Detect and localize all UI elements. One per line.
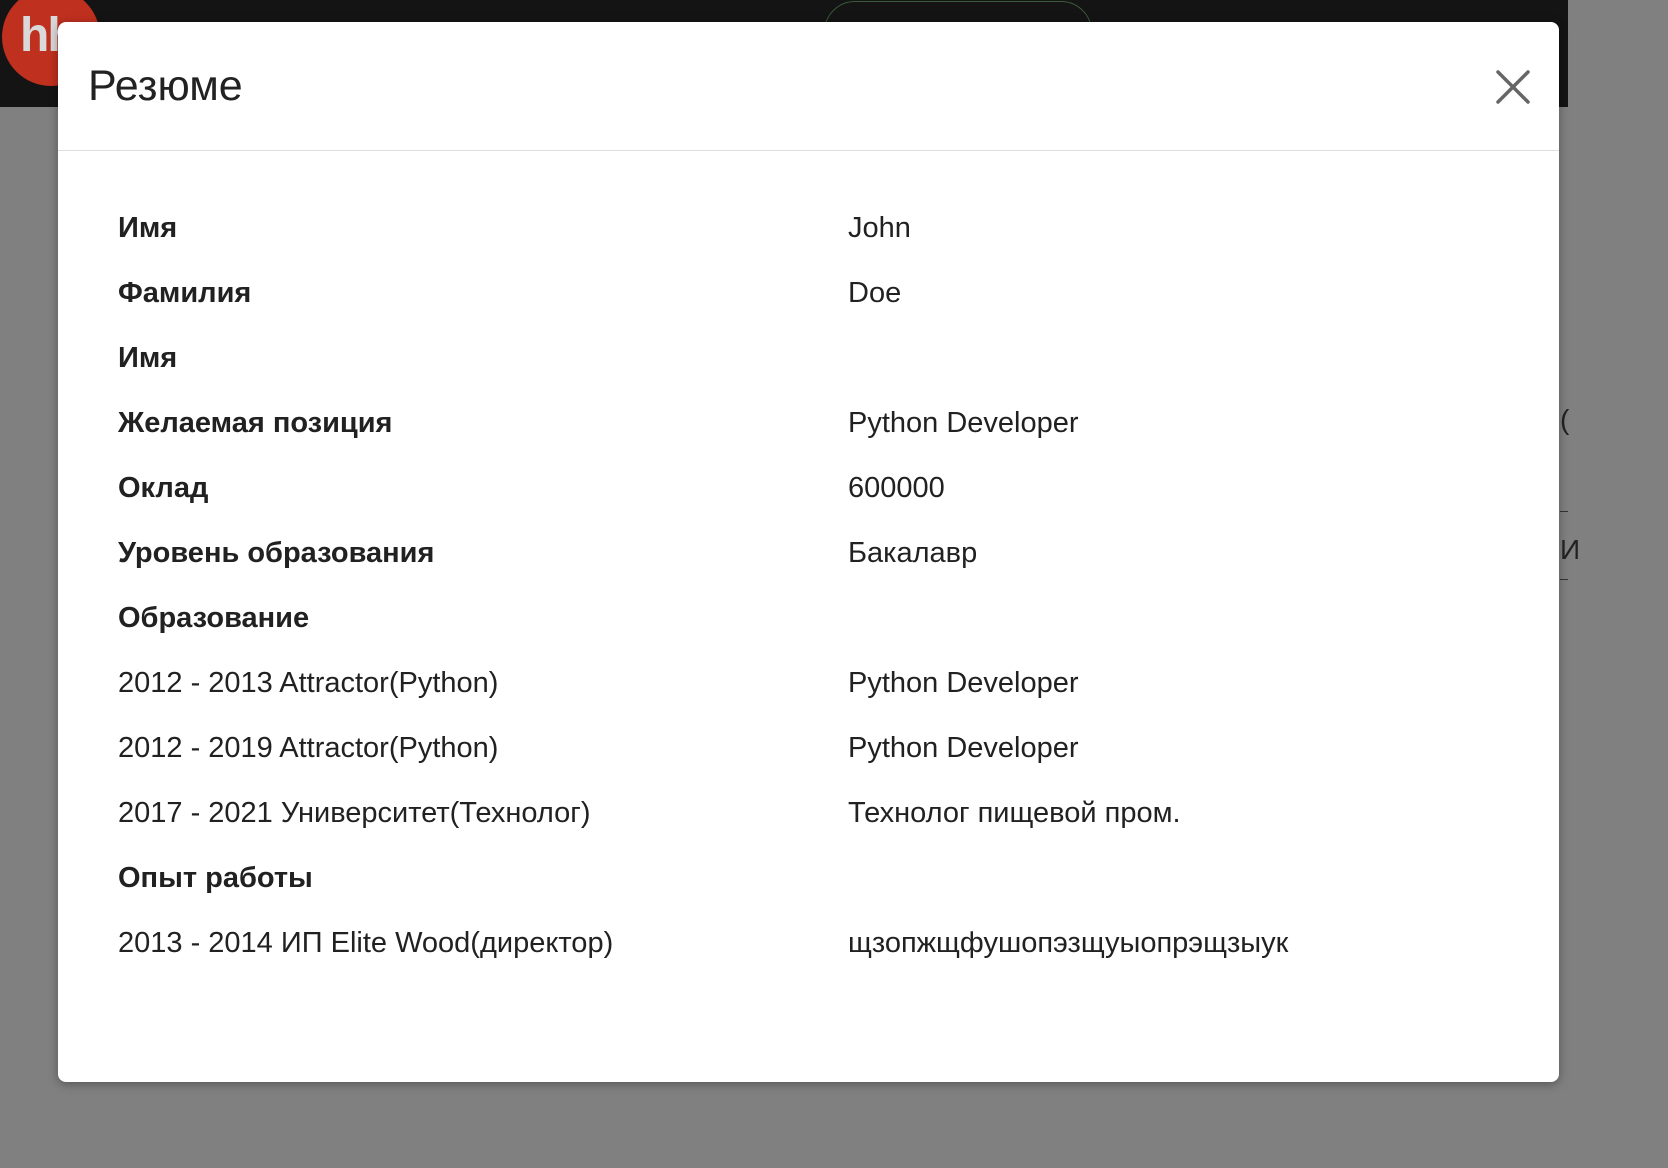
- resume-modal: Резюме Имя John Фамилия Doe Имя Желаемая…: [58, 22, 1559, 1082]
- field-value: John: [848, 212, 911, 244]
- field-row-name: Имя: [118, 326, 1518, 391]
- modal-header: Резюме: [58, 22, 1559, 151]
- field-label: Имя: [118, 342, 178, 374]
- education-heading-row: Образование: [118, 586, 1518, 651]
- education-period: 2012 - 2019 Attractor(Python): [118, 732, 499, 764]
- close-button[interactable]: [1488, 62, 1538, 112]
- field-value: Python Developer: [848, 407, 1079, 439]
- education-specialty: Технолог пищевой пром.: [848, 797, 1181, 829]
- experience-description: щзопжщфушопэзщуыопрэщзыук: [848, 927, 1289, 959]
- field-row-education-level: Уровень образования Бакалавр: [118, 521, 1518, 586]
- field-label: Оклад: [118, 472, 209, 504]
- modal-body: Имя John Фамилия Doe Имя Желаемая позици…: [118, 196, 1518, 976]
- field-row-desired-position: Желаемая позиция Python Developer: [118, 391, 1518, 456]
- education-item: 2017 - 2021 Университет(Технолог) Технол…: [118, 781, 1518, 846]
- education-period: 2017 - 2021 Университет(Технолог): [118, 797, 591, 829]
- field-label: Фамилия: [118, 277, 252, 309]
- field-row-salary: Оклад 600000: [118, 456, 1518, 521]
- education-item: 2012 - 2013 Attractor(Python) Python Dev…: [118, 651, 1518, 716]
- education-period: 2012 - 2013 Attractor(Python): [118, 667, 499, 699]
- education-specialty: Python Developer: [848, 667, 1079, 699]
- background-divider: [1560, 511, 1568, 512]
- field-value: Doe: [848, 277, 902, 309]
- education-heading: Образование: [118, 602, 310, 634]
- field-label: Уровень образования: [118, 537, 435, 569]
- experience-period: 2013 - 2014 ИП Elite Wood(директор): [118, 927, 614, 959]
- background-text: И: [1560, 534, 1581, 565]
- education-item: 2012 - 2019 Attractor(Python) Python Dev…: [118, 716, 1518, 781]
- field-value: Бакалавр: [848, 537, 978, 569]
- field-label: Желаемая позиция: [118, 407, 393, 439]
- close-icon: [1496, 70, 1530, 104]
- background-text: (: [1560, 404, 1570, 435]
- experience-heading: Опыт работы: [118, 862, 313, 894]
- education-specialty: Python Developer: [848, 732, 1079, 764]
- field-row-last-name: Фамилия Doe: [118, 261, 1518, 326]
- field-label: Имя: [118, 212, 178, 244]
- field-value: 600000: [848, 472, 945, 504]
- experience-item: 2013 - 2014 ИП Elite Wood(директор) щзоп…: [118, 911, 1518, 976]
- background-divider: [1560, 579, 1568, 580]
- modal-title: Резюме: [88, 62, 243, 110]
- experience-heading-row: Опыт работы: [118, 846, 1518, 911]
- field-row-first-name: Имя John: [118, 196, 1518, 261]
